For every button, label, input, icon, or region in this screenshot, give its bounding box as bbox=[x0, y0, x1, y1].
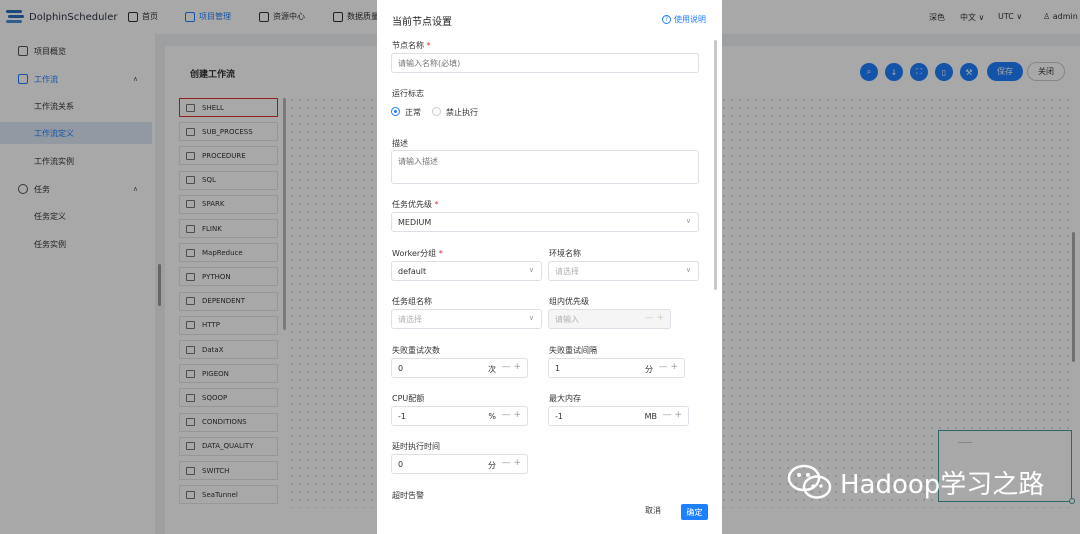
priority-label: 任务优先级 * bbox=[392, 199, 439, 210]
help-label: 使用说明 bbox=[674, 15, 706, 24]
cpu-quota-unit: % bbox=[488, 412, 496, 421]
cpu-quota-value: -1 bbox=[398, 411, 406, 421]
worker-group-value: default bbox=[398, 266, 427, 276]
wechat-icon bbox=[787, 464, 832, 499]
chevron-down-icon: ∨ bbox=[685, 266, 691, 274]
confirm-button[interactable]: 确定 bbox=[681, 504, 708, 520]
stepper-buttons[interactable]: — + bbox=[502, 410, 521, 420]
run-flag-label: 运行标志 bbox=[392, 89, 424, 98]
group-priority-placeholder: 请输入 bbox=[555, 314, 579, 324]
run-flag-forbid-radio[interactable] bbox=[432, 107, 441, 116]
max-memory-value: -1 bbox=[555, 411, 563, 421]
max-memory-unit: MB bbox=[644, 412, 657, 421]
delay-time-unit: 分 bbox=[488, 461, 496, 470]
priority-value: MEDIUM bbox=[398, 217, 432, 227]
retry-times-label: 失败重试次数 bbox=[392, 346, 440, 355]
delay-time-input[interactable]: 0 分 — + bbox=[391, 454, 528, 474]
chevron-down-icon: ∨ bbox=[685, 217, 691, 225]
required-mark: * bbox=[426, 41, 431, 50]
max-memory-input[interactable]: -1 MB — + bbox=[548, 406, 689, 426]
node-name-label: 节点名称 * bbox=[392, 40, 431, 51]
worker-group-label: Worker分组 * bbox=[392, 248, 443, 259]
watermark: Hadoop学习之路 bbox=[786, 462, 1044, 502]
description-label: 描述 bbox=[392, 139, 408, 148]
worker-group-select[interactable]: default ∨ bbox=[391, 261, 542, 281]
question-circle-icon: ? bbox=[662, 15, 671, 24]
retry-times-unit: 次 bbox=[488, 365, 496, 374]
chevron-down-icon: ∨ bbox=[528, 266, 534, 274]
cpu-quota-input[interactable]: -1 % — + bbox=[391, 406, 528, 426]
retry-interval-unit: 分 bbox=[645, 365, 653, 374]
stepper-buttons[interactable]: — + bbox=[663, 410, 682, 420]
watermark-text: Hadoop学习之路 bbox=[840, 469, 1045, 500]
retry-interval-input[interactable]: 1 分 — + bbox=[548, 358, 685, 378]
stepper-buttons[interactable]: — + bbox=[502, 362, 521, 372]
required-mark: * bbox=[438, 249, 443, 258]
help-link[interactable]: ? 使用说明 bbox=[662, 14, 706, 25]
retry-times-value: 0 bbox=[398, 363, 404, 373]
retry-times-input[interactable]: 0 次 — + bbox=[391, 358, 528, 378]
task-group-placeholder: 请选择 bbox=[398, 314, 422, 324]
retry-interval-label: 失败重试间隔 bbox=[549, 346, 597, 355]
max-memory-label: 最大内存 bbox=[549, 394, 581, 403]
priority-select[interactable]: MEDIUM ∨ bbox=[391, 212, 699, 232]
chevron-down-icon: ∨ bbox=[528, 314, 534, 322]
priority-label-text: 任务优先级 bbox=[392, 200, 432, 209]
run-flag-forbid-label: 禁止执行 bbox=[446, 108, 478, 117]
stepper-buttons[interactable]: — + bbox=[645, 313, 664, 323]
description-textarea[interactable] bbox=[391, 150, 699, 184]
run-flag-normal-label: 正常 bbox=[405, 108, 421, 117]
environment-label: 环境名称 bbox=[549, 249, 581, 258]
required-mark: * bbox=[434, 200, 439, 209]
run-flag-normal-radio[interactable] bbox=[391, 107, 400, 116]
node-name-input[interactable] bbox=[391, 53, 699, 73]
retry-interval-value: 1 bbox=[555, 363, 561, 373]
drawer-title: 当前节点设置 bbox=[392, 17, 452, 28]
delay-time-value: 0 bbox=[398, 459, 404, 469]
environment-select[interactable]: 请选择 ∨ bbox=[548, 261, 699, 281]
node-name-label-text: 节点名称 bbox=[392, 41, 424, 50]
delay-time-label: 延时执行时间 bbox=[392, 442, 440, 451]
cpu-quota-label: CPU配额 bbox=[392, 394, 425, 403]
worker-group-label-text: Worker分组 bbox=[392, 249, 437, 258]
stepper-buttons[interactable]: — + bbox=[659, 362, 678, 372]
group-priority-input[interactable]: 请输入 — + bbox=[548, 309, 671, 329]
stepper-buttons[interactable]: — + bbox=[502, 458, 521, 468]
drawer-scrollbar[interactable] bbox=[714, 40, 717, 290]
cancel-button[interactable]: 取消 bbox=[645, 505, 661, 516]
task-group-label: 任务组名称 bbox=[392, 297, 432, 306]
environment-placeholder: 请选择 bbox=[555, 266, 579, 276]
task-group-select[interactable]: 请选择 ∨ bbox=[391, 309, 542, 329]
group-priority-label: 组内优先级 bbox=[549, 297, 589, 306]
timeout-alarm-label: 超时告警 bbox=[392, 491, 424, 500]
